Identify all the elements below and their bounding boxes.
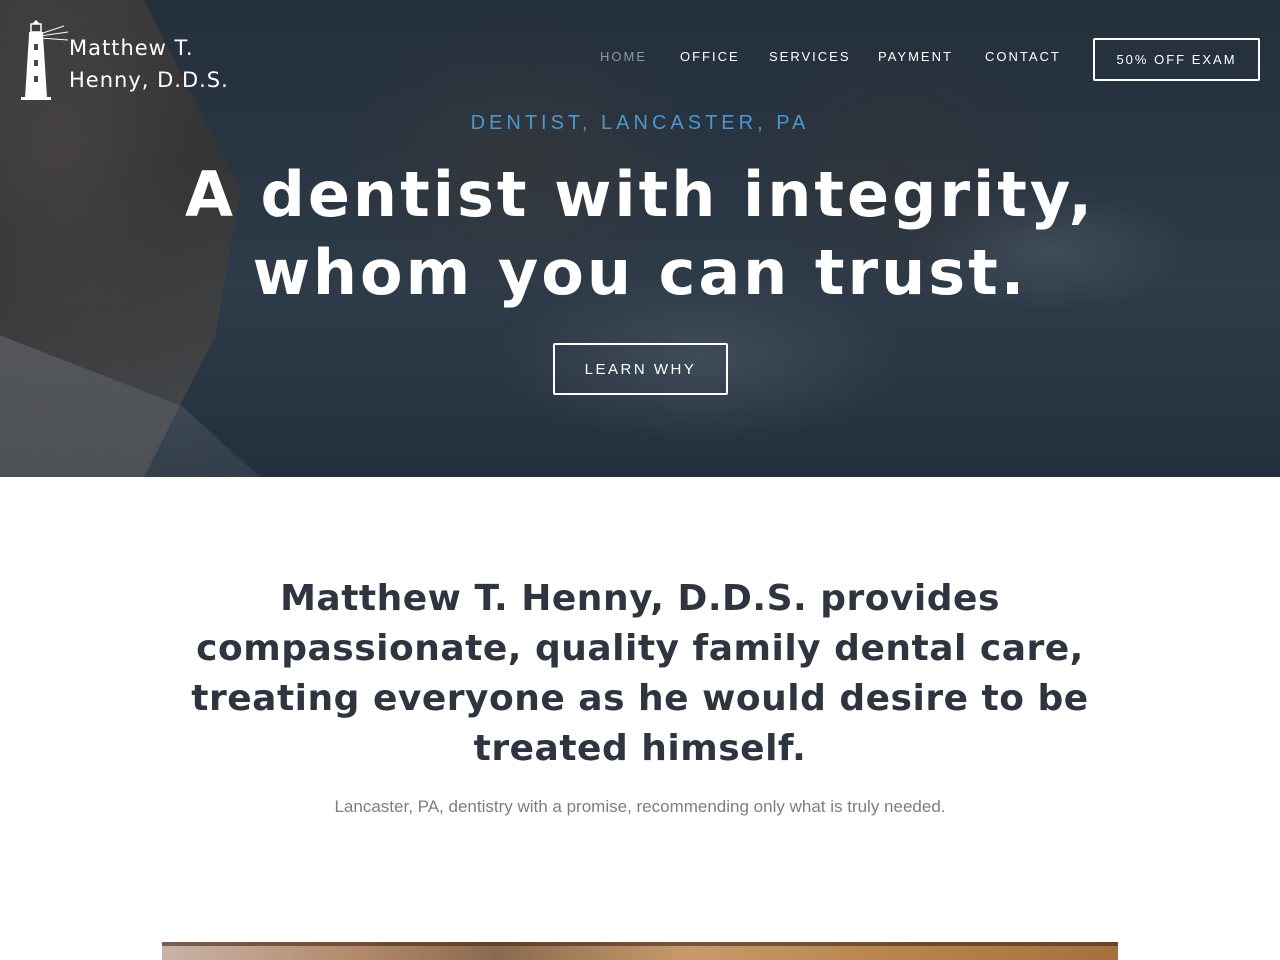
office-photo [162,942,1118,960]
intro-headline-line: treated himself. [473,728,807,769]
intro-headline-line: Matthew T. Henny, D.D.S. provides [280,578,1000,619]
nav-item-home[interactable]: HOME [600,49,647,64]
intro-headline-line: treating everyone as he would desire to … [191,678,1089,719]
nav-item-contact[interactable]: CONTACT [985,49,1061,64]
intro-headline-line: compassionate, quality family dental car… [196,628,1084,669]
intro-headline: Matthew T. Henny, D.D.S. provides compas… [180,574,1100,774]
brand-line-1: Matthew T. [69,36,194,60]
learn-why-button[interactable]: LEARN WHY [553,343,728,395]
hero-title-line-2: whom you can trust. [252,236,1028,309]
brand-name: Matthew T. Henny, D.D.S. [69,32,229,96]
nav-item-services[interactable]: SERVICES [769,49,851,64]
exam-offer-button[interactable]: 50% OFF EXAM [1093,38,1260,81]
brand-line-2: Henny, D.D.S. [69,68,229,92]
hero-title-line-1: A dentist with integrity, [184,158,1096,231]
nav-item-payment[interactable]: PAYMENT [878,49,953,64]
lighthouse-icon [21,20,68,100]
nav-item-office[interactable]: OFFICE [680,49,740,64]
site-logo[interactable]: Matthew T. Henny, D.D.S. [18,20,268,102]
hero-section: Matthew T. Henny, D.D.S. HOME OFFICE SER… [0,0,1280,477]
intro-subtext: Lancaster, PA, dentistry with a promise,… [334,797,946,816]
hero-kicker: DENTIST, LANCASTER, PA [470,112,810,134]
hero-title: A dentist with integrity, whom you can t… [0,156,1280,312]
